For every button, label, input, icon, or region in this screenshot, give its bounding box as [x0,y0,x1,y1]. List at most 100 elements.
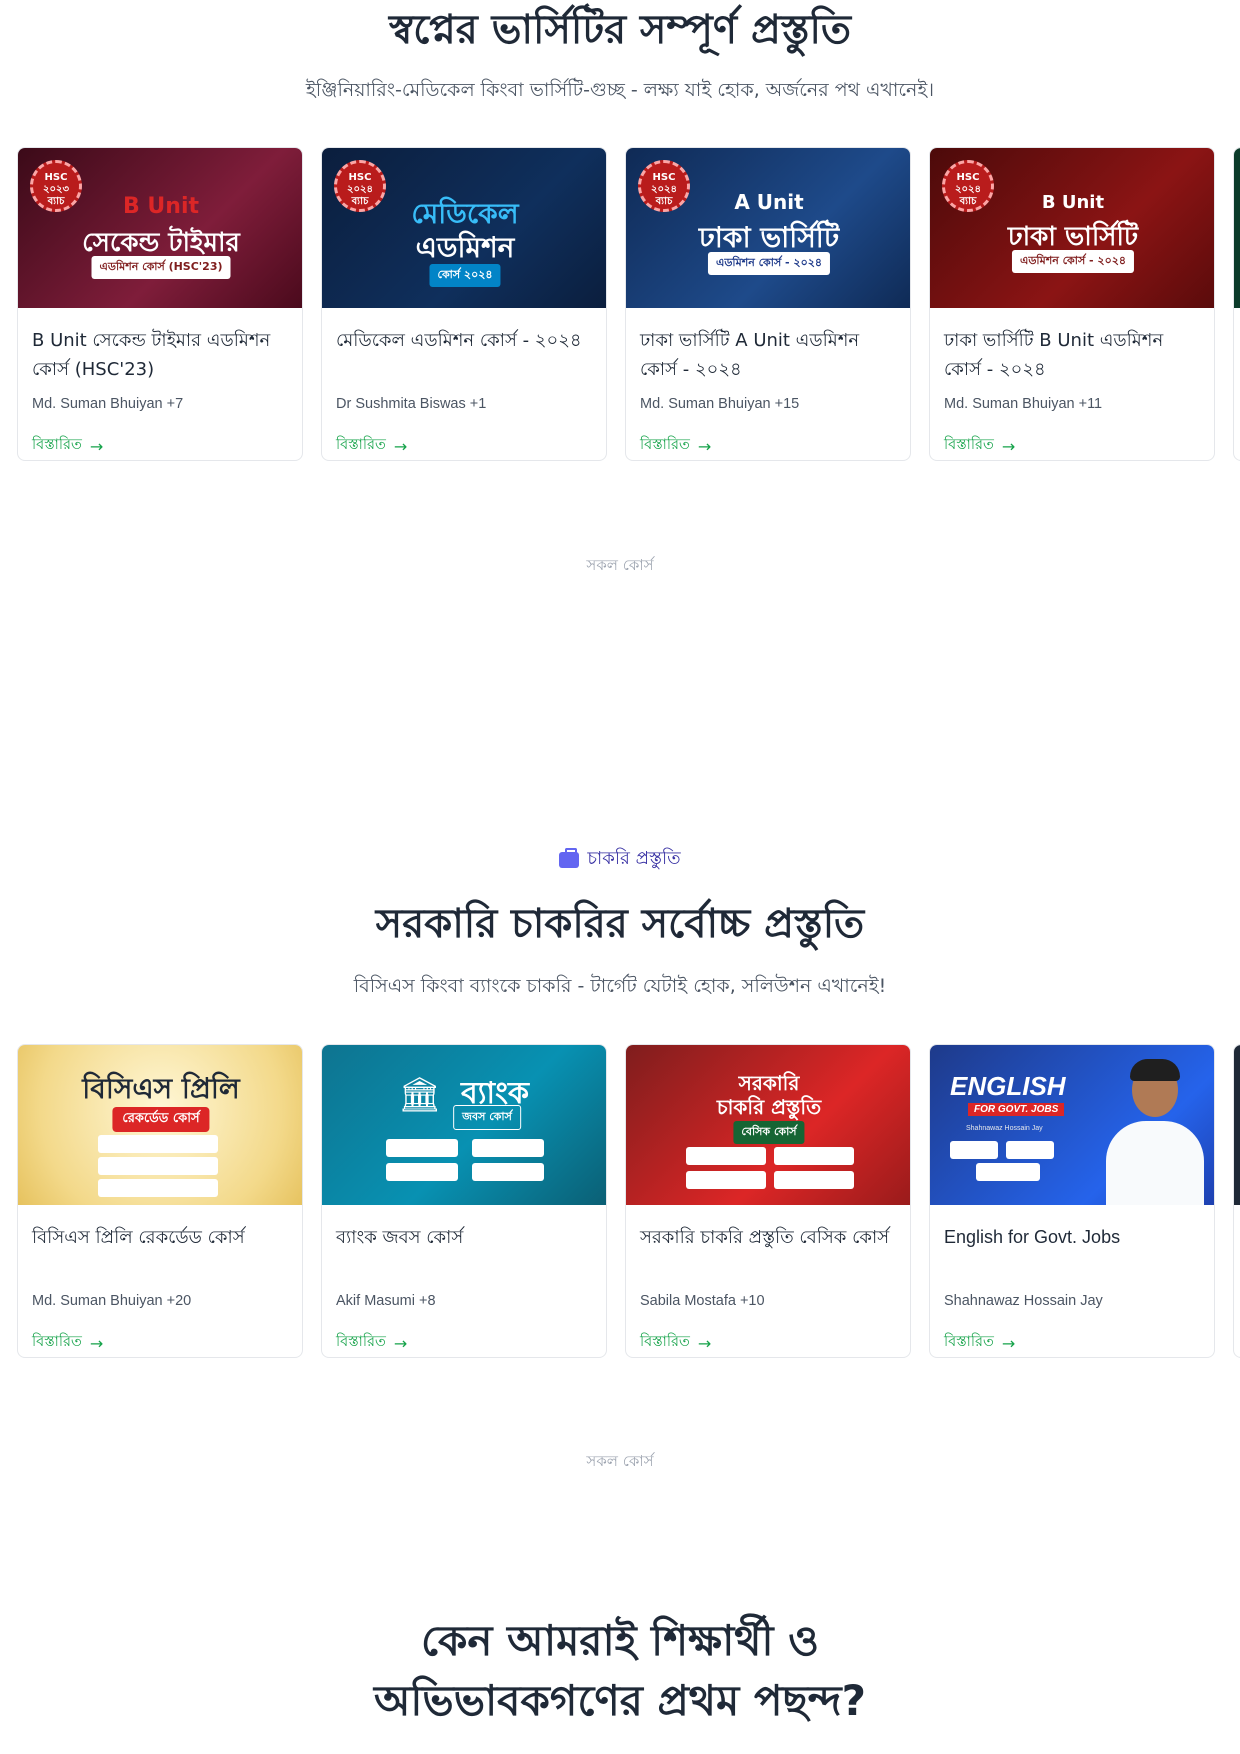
banner-line1: A Unit [734,190,804,214]
course-banner[interactable] [1234,1045,1240,1205]
arrow-right-icon: → [89,1333,104,1353]
section2-title: সরকারি চাকরির সর্বোচ্চ প্রস্তুতি [375,901,865,947]
feature-row [950,1141,998,1159]
course-banner[interactable]: HSC ২০২৩ ব্যাচ B Unit সেকেন্ড টাইমার এডম… [18,148,302,308]
arrow-right-icon: → [393,1333,408,1353]
course-instructors: Akif Masumi +8 [336,1293,436,1309]
banner-line3: এডমিশন কোর্স (HSC'23) [91,256,231,279]
section3-title-line2: অভিভাবকগণের প্রথম পছন্দ? [374,1676,866,1725]
section1-all-courses-link[interactable]: সকল কোর্স [0,554,1240,579]
course-card[interactable]: HSC ২০২৪ ব্যাচ মেডিকেল এডমিশন কোর্স ২০২৪… [321,147,607,461]
section2-subtitle: বিসিএস কিংবা ব্যাংকে চাকরি - টার্গেট যেট… [353,975,887,997]
section1-subtitle: ইঞ্জিনিয়ারিং-মেডিকেল কিংবা ভার্সিটি-গুচ… [305,79,935,101]
details-link[interactable]: বিস্তারিত → [640,1331,711,1355]
details-link-label: বিস্তারিত [944,1334,994,1350]
banner-line1: B Unit [122,194,199,219]
details-link[interactable]: বিস্তারিত → [640,434,711,458]
course-title[interactable]: ঢাকা ভার্সিটি B Unit এডমিশন কোর্স - ২০২৪ [944,326,1202,384]
course-banner[interactable]: HSC ২০২৪ ব্যাচ মেডিকেল এডমিশন কোর্স ২০২৪ [322,148,606,308]
course-title[interactable]: মেডিকেল এডমিশন কোর্স - ২০২৪ [336,326,594,355]
banner-line2: জবস কোর্স [453,1105,521,1130]
section2-course-carousel[interactable]: বিসিএস প্রিলি রেকর্ডেড কোর্স বিসিএস প্রি… [0,1044,1240,1364]
course-instructors: Sabila Mostafa +10 [640,1293,765,1309]
course-instructors: Dr Sushmita Biswas +1 [336,396,487,412]
banner-line3: বেসিক কোর্স [733,1121,805,1144]
course-title[interactable]: বিসিএস প্রিলি রেকর্ডেড কোর্স [32,1223,290,1252]
course-card[interactable]: HSC ২০২৩ ব্যাচ B Unit সেকেন্ড টাইমার এডম… [17,147,303,461]
section1-title: স্বপ্নের ভার্সিটির সম্পূর্ণ প্রস্তুতি [388,7,852,53]
section2-category-chip: চাকরি প্রস্তুতি [0,844,1240,875]
arrow-right-icon: → [393,436,408,456]
banner-line3: এডমিশন কোর্স - ২০২৪ [707,252,831,275]
details-link[interactable]: বিস্তারিত → [32,1331,103,1355]
details-link-label: বিস্তারিত [640,437,690,453]
course-card[interactable]: 🏛 ব্যাংক জবস কোর্স ব্যাংক জবস কোর্স Akif… [321,1044,607,1358]
course-card[interactable]: HSC ২০২৪ ব্যাচ B Unit ঢাকা ভার্সিটি এডমি… [929,147,1215,461]
briefcase-icon [559,847,580,868]
course-card[interactable]: HSC ২০২৪ ব্যাচ A Unit ঢাকা ভার্সিটি এডমি… [625,147,911,461]
course-card-partial[interactable] [1233,1044,1240,1358]
instructor-photo [1100,1055,1210,1205]
course-card-partial[interactable] [1233,147,1240,461]
course-title[interactable]: সরকারি চাকরি প্রস্তুতি বেসিক কোর্স [640,1223,898,1252]
section2-all-courses-link[interactable]: সকল কোর্স [0,1450,1240,1475]
course-banner[interactable] [1234,148,1240,308]
details-link-label: বিস্তারিত [944,437,994,453]
feature-row [386,1163,458,1181]
feature-row [774,1171,854,1189]
course-instructors: Shahnawaz Hossain Jay [944,1293,1103,1309]
feature-row [472,1163,544,1181]
course-banner[interactable]: HSC ২০২৪ ব্যাচ A Unit ঢাকা ভার্সিটি এডমি… [626,148,910,308]
details-link[interactable]: বিস্তারিত → [32,434,103,458]
feature-row [1006,1141,1054,1159]
banner-line3: Shahnawaz Hossain Jay [966,1125,1043,1132]
details-link[interactable]: বিস্তারিত → [336,1331,407,1355]
arrow-right-icon: → [1001,436,1016,456]
feature-row [98,1179,218,1197]
feature-row [98,1157,218,1175]
details-link[interactable]: বিস্তারিত → [336,434,407,458]
course-instructors: Md. Suman Bhuiyan +7 [32,396,184,412]
details-link-label: বিস্তারিত [32,1334,82,1350]
course-title[interactable]: B Unit সেকেন্ড টাইমার এডমিশন কোর্স (HSC'… [32,326,290,384]
arrow-right-icon: → [1001,1333,1016,1353]
details-link[interactable]: বিস্তারিত → [944,1331,1015,1355]
course-instructors: Md. Suman Bhuiyan +15 [640,396,800,412]
course-banner[interactable]: 🏛 ব্যাংক জবস কোর্স [322,1045,606,1205]
arrow-right-icon: → [697,1333,712,1353]
banner-line1: ENGLISH [950,1071,1066,1101]
feature-row [472,1139,544,1157]
course-card[interactable]: সরকারি চাকরি প্রস্তুতি বেসিক কোর্স সরকার… [625,1044,911,1358]
feature-row [98,1135,218,1153]
section3-title-line1: কেন আমরাই শিক্ষার্থী ও [421,1616,819,1665]
banner-line1: B Unit [1041,192,1105,213]
course-title[interactable]: ঢাকা ভার্সিটি A Unit এডমিশন কোর্স - ২০২৪ [640,326,898,384]
feature-row [976,1163,1040,1181]
course-banner[interactable]: HSC ২০২৪ ব্যাচ B Unit ঢাকা ভার্সিটি এডমি… [930,148,1214,308]
course-banner[interactable]: সরকারি চাকরি প্রস্তুতি বেসিক কোর্স [626,1045,910,1205]
course-instructors: Md. Suman Bhuiyan +20 [32,1293,192,1309]
details-link-label: বিস্তারিত [336,1334,386,1350]
course-instructors: Md. Suman Bhuiyan +11 [944,396,1103,412]
banner-line3: এডমিশন কোর্স - ২০২৪ [1011,250,1135,273]
section1-course-carousel[interactable]: HSC ২০২৩ ব্যাচ B Unit সেকেন্ড টাইমার এডম… [0,147,1240,467]
details-link-label: বিস্তারিত [640,1334,690,1350]
arrow-right-icon: → [697,436,712,456]
arrow-right-icon: → [89,436,104,456]
course-banner[interactable]: ENGLISH FOR GOVT. JOBS Shahnawaz Hossain… [930,1045,1214,1205]
feature-row [686,1171,766,1189]
banner-line2: রেকর্ডেড কোর্স [112,1107,210,1132]
details-link-label: বিস্তারিত [336,437,386,453]
feature-row [686,1147,766,1165]
course-card[interactable]: বিসিএস প্রিলি রেকর্ডেড কোর্স বিসিএস প্রি… [17,1044,303,1358]
course-title[interactable]: ব্যাংক জবস কোর্স [336,1223,594,1252]
banner-line2: FOR GOVT. JOBS [968,1103,1065,1116]
course-card[interactable]: ENGLISH FOR GOVT. JOBS Shahnawaz Hossain… [929,1044,1215,1358]
feature-row [774,1147,854,1165]
course-title[interactable]: English for Govt. Jobs [944,1223,1202,1252]
course-banner[interactable]: বিসিএস প্রিলি রেকর্ডেড কোর্স [18,1045,302,1205]
feature-row [386,1139,458,1157]
details-link[interactable]: বিস্তারিত → [944,434,1015,458]
banner-line3: কোর্স ২০২৪ [429,264,501,287]
details-link-label: বিস্তারিত [32,437,82,453]
